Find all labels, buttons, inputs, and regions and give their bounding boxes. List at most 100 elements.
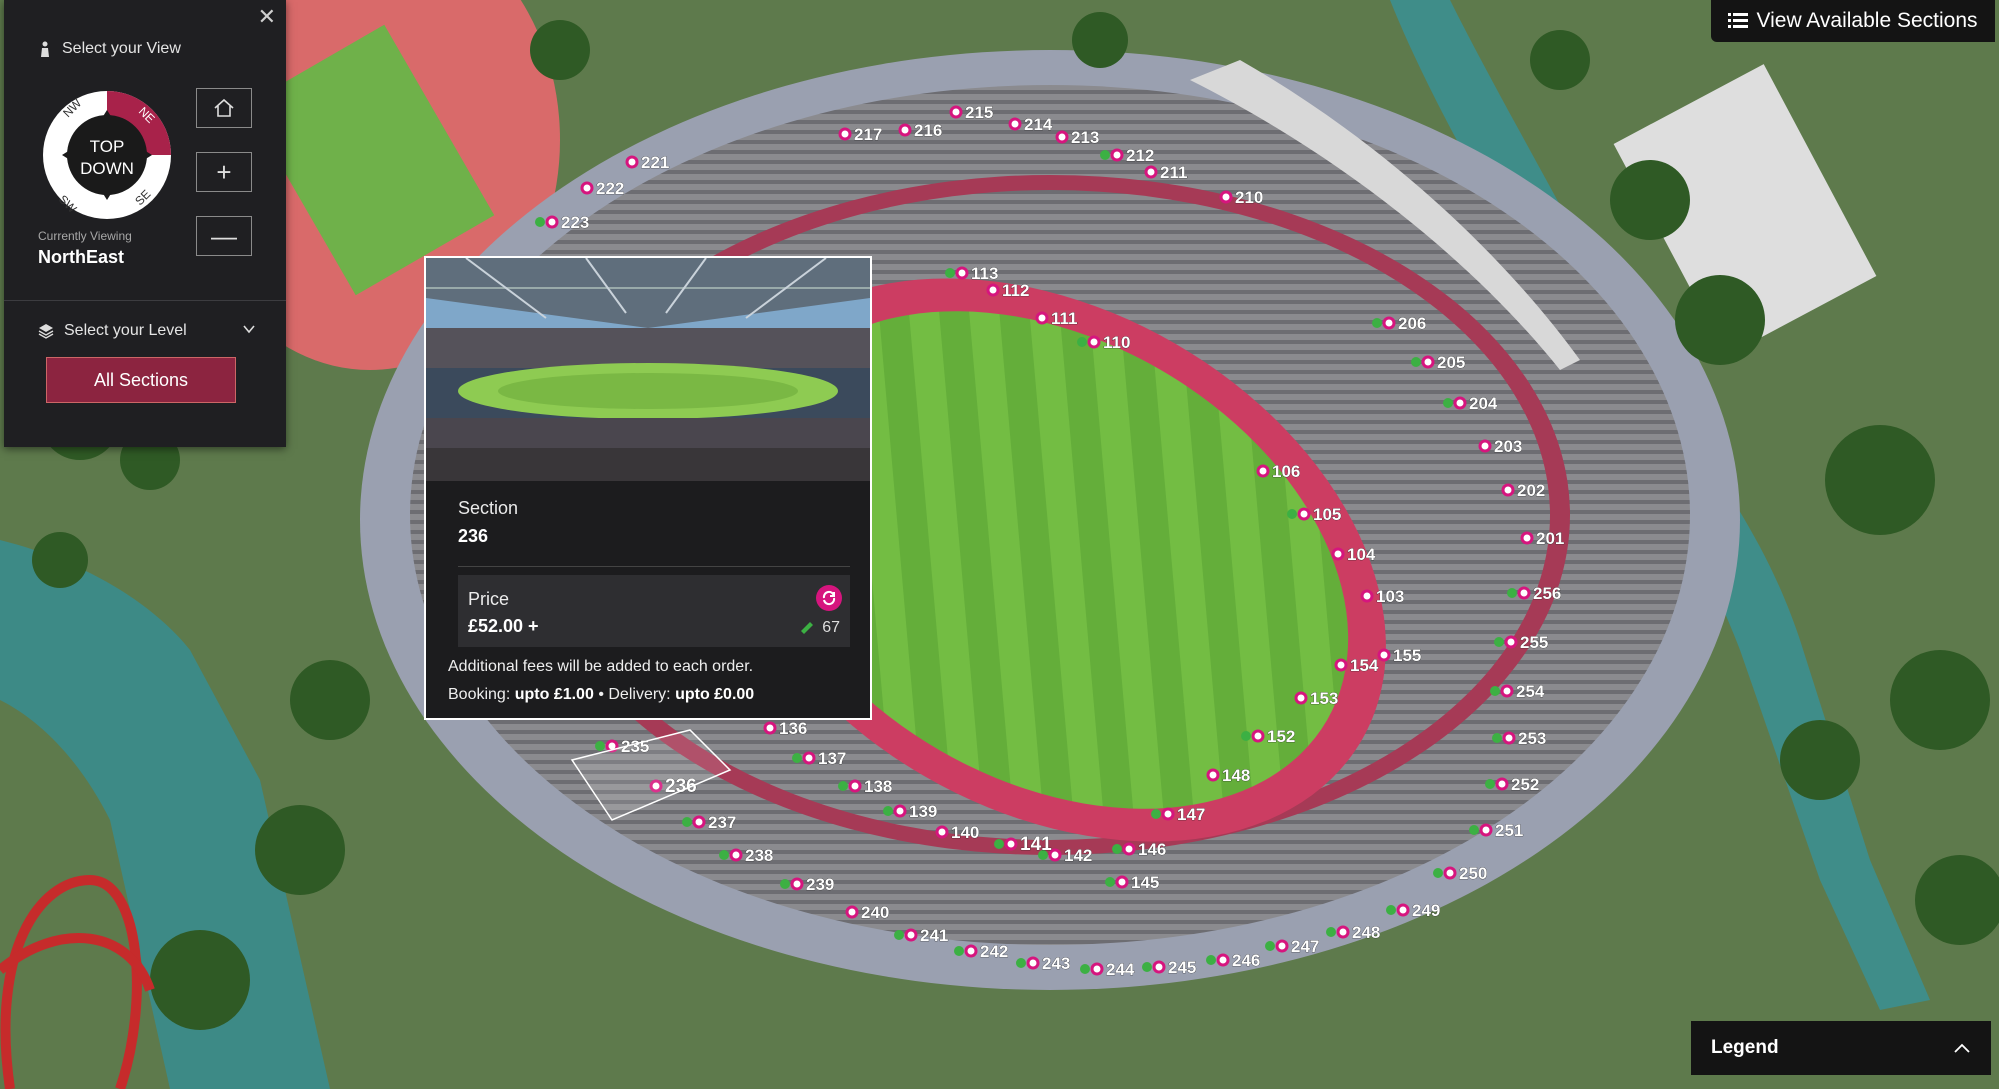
section-label[interactable]: 112 — [1002, 281, 1030, 301]
section-label[interactable]: 152 — [1267, 727, 1296, 747]
section-label[interactable]: 248 — [1352, 923, 1381, 943]
section-label[interactable]: 138 — [864, 777, 893, 797]
all-sections-button[interactable]: All Sections — [46, 357, 236, 403]
section-label[interactable]: 249 — [1412, 901, 1441, 921]
section-pin[interactable] — [845, 905, 859, 919]
section-pin[interactable] — [729, 848, 743, 862]
section-pin[interactable] — [986, 283, 1000, 297]
section-pin[interactable] — [1115, 875, 1129, 889]
section-label[interactable]: 210 — [1235, 188, 1264, 208]
section-pin[interactable] — [838, 127, 852, 141]
section-label[interactable]: 140 — [951, 823, 980, 843]
section-label[interactable]: 239 — [806, 875, 835, 895]
section-label[interactable]: 141 — [1020, 834, 1053, 856]
section-label[interactable]: 247 — [1291, 937, 1320, 957]
section-pin[interactable] — [1144, 165, 1158, 179]
section-pin[interactable] — [1087, 335, 1101, 349]
section-label[interactable]: 245 — [1168, 958, 1197, 978]
section-pin[interactable] — [1500, 684, 1514, 698]
section-pin[interactable] — [1004, 837, 1018, 851]
section-pin[interactable] — [1206, 768, 1220, 782]
section-pin[interactable] — [790, 877, 804, 891]
section-label[interactable]: 146 — [1138, 840, 1167, 860]
section-label[interactable]: 212 — [1126, 146, 1155, 166]
section-pin[interactable] — [893, 804, 907, 818]
section-pin[interactable] — [904, 928, 918, 942]
section-pin[interactable] — [1478, 439, 1492, 453]
section-label[interactable]: 223 — [561, 213, 590, 233]
section-label[interactable]: 142 — [1064, 846, 1093, 866]
section-pin[interactable] — [955, 266, 969, 280]
section-pin[interactable] — [964, 944, 978, 958]
section-pin[interactable] — [1479, 823, 1493, 837]
section-label[interactable]: 254 — [1516, 682, 1546, 702]
section-pin[interactable] — [692, 815, 706, 829]
section-pin[interactable] — [1008, 117, 1022, 131]
section-pin[interactable] — [1377, 648, 1391, 662]
section-label[interactable]: 243 — [1042, 954, 1071, 974]
section-label[interactable]: 104 — [1347, 545, 1377, 565]
section-pin[interactable] — [1453, 396, 1467, 410]
section-label[interactable]: 204 — [1469, 394, 1499, 414]
chevron-down-icon[interactable] — [242, 322, 256, 336]
section-label[interactable]: 240 — [861, 903, 890, 923]
section-label[interactable]: 211 — [1160, 163, 1188, 183]
section-label[interactable]: 246 — [1232, 951, 1261, 971]
section-pin[interactable] — [1520, 531, 1534, 545]
section-label[interactable]: 203 — [1494, 437, 1523, 457]
section-pin[interactable] — [1517, 586, 1531, 600]
section-label[interactable]: 153 — [1310, 689, 1339, 709]
section-label[interactable]: 155 — [1393, 646, 1422, 666]
section-label[interactable]: 110 — [1103, 333, 1131, 353]
section-label[interactable]: 148 — [1222, 766, 1251, 786]
section-label[interactable]: 216 — [914, 121, 943, 141]
section-label[interactable]: 237 — [708, 813, 737, 833]
section-label[interactable]: 213 — [1071, 128, 1100, 148]
section-pin[interactable] — [1396, 903, 1410, 917]
zoom-out-button[interactable]: — — [196, 216, 252, 256]
section-pin[interactable] — [935, 825, 949, 839]
section-pin[interactable] — [545, 215, 559, 229]
section-label[interactable]: 217 — [854, 125, 883, 145]
section-pin[interactable] — [1219, 190, 1233, 204]
section-label[interactable]: 154 — [1350, 656, 1380, 676]
section-label[interactable]: 113 — [971, 264, 999, 284]
close-icon[interactable]: ✕ — [258, 6, 276, 28]
section-pin[interactable] — [1152, 960, 1166, 974]
section-pin[interactable] — [1055, 130, 1069, 144]
section-pin[interactable] — [1161, 807, 1175, 821]
section-label[interactable]: 105 — [1313, 505, 1342, 525]
select-level-row[interactable]: Select your Level — [38, 322, 187, 340]
section-pin[interactable] — [1251, 729, 1265, 743]
home-button[interactable] — [196, 88, 252, 128]
section-label[interactable]: 241 — [920, 926, 949, 946]
section-pin[interactable] — [1331, 547, 1345, 561]
section-label[interactable]: 145 — [1131, 873, 1160, 893]
section-label[interactable]: 103 — [1376, 587, 1405, 607]
section-pin[interactable] — [1501, 483, 1515, 497]
zoom-in-button[interactable]: + — [196, 152, 252, 192]
section-pin[interactable] — [1294, 691, 1308, 705]
section-pin[interactable] — [625, 155, 639, 169]
section-pin[interactable] — [1035, 311, 1049, 325]
section-label[interactable]: 201 — [1536, 529, 1565, 549]
section-label[interactable]: 222 — [596, 179, 625, 199]
section-pin[interactable] — [763, 721, 777, 735]
chevron-up-icon[interactable] — [1953, 1042, 1971, 1054]
section-label[interactable]: 215 — [965, 103, 994, 123]
section-pin[interactable] — [1502, 731, 1516, 745]
section-pin[interactable] — [1026, 956, 1040, 970]
section-label[interactable]: 206 — [1398, 314, 1427, 334]
section-pin[interactable] — [580, 181, 594, 195]
section-pin[interactable] — [1122, 842, 1136, 856]
section-label[interactable]: 252 — [1511, 775, 1540, 795]
section-label[interactable]: 253 — [1518, 729, 1547, 749]
section-label[interactable]: 221 — [641, 153, 670, 173]
section-pin[interactable] — [1421, 355, 1435, 369]
section-label[interactable]: 205 — [1437, 353, 1466, 373]
section-pin[interactable] — [1216, 953, 1230, 967]
section-label[interactable]: 251 — [1495, 821, 1524, 841]
section-pin[interactable] — [1090, 962, 1104, 976]
section-label[interactable]: 238 — [745, 846, 774, 866]
section-label[interactable]: 202 — [1517, 481, 1546, 501]
